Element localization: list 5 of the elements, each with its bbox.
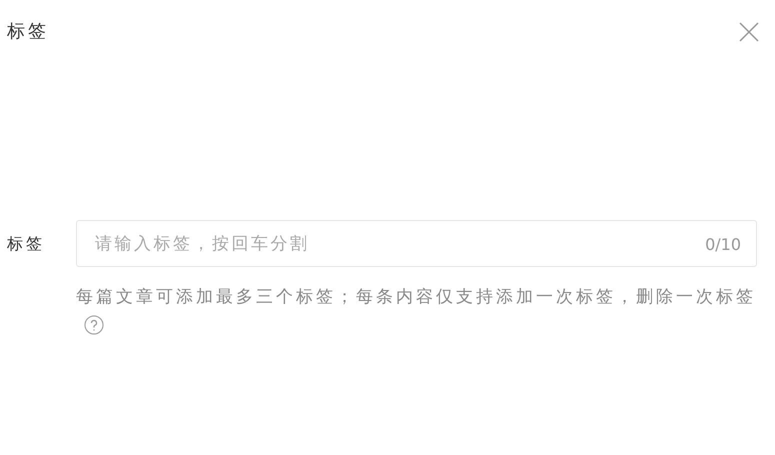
character-counter: 0/10: [705, 234, 741, 256]
field-label: 标签: [7, 232, 46, 254]
dialog-title: 标签: [7, 20, 49, 44]
help-text: 每篇文章可添加最多三个标签；每条内容仅支持添加一次标签，删除一次标签: [76, 286, 755, 309]
help-icon[interactable]: [84, 315, 104, 335]
